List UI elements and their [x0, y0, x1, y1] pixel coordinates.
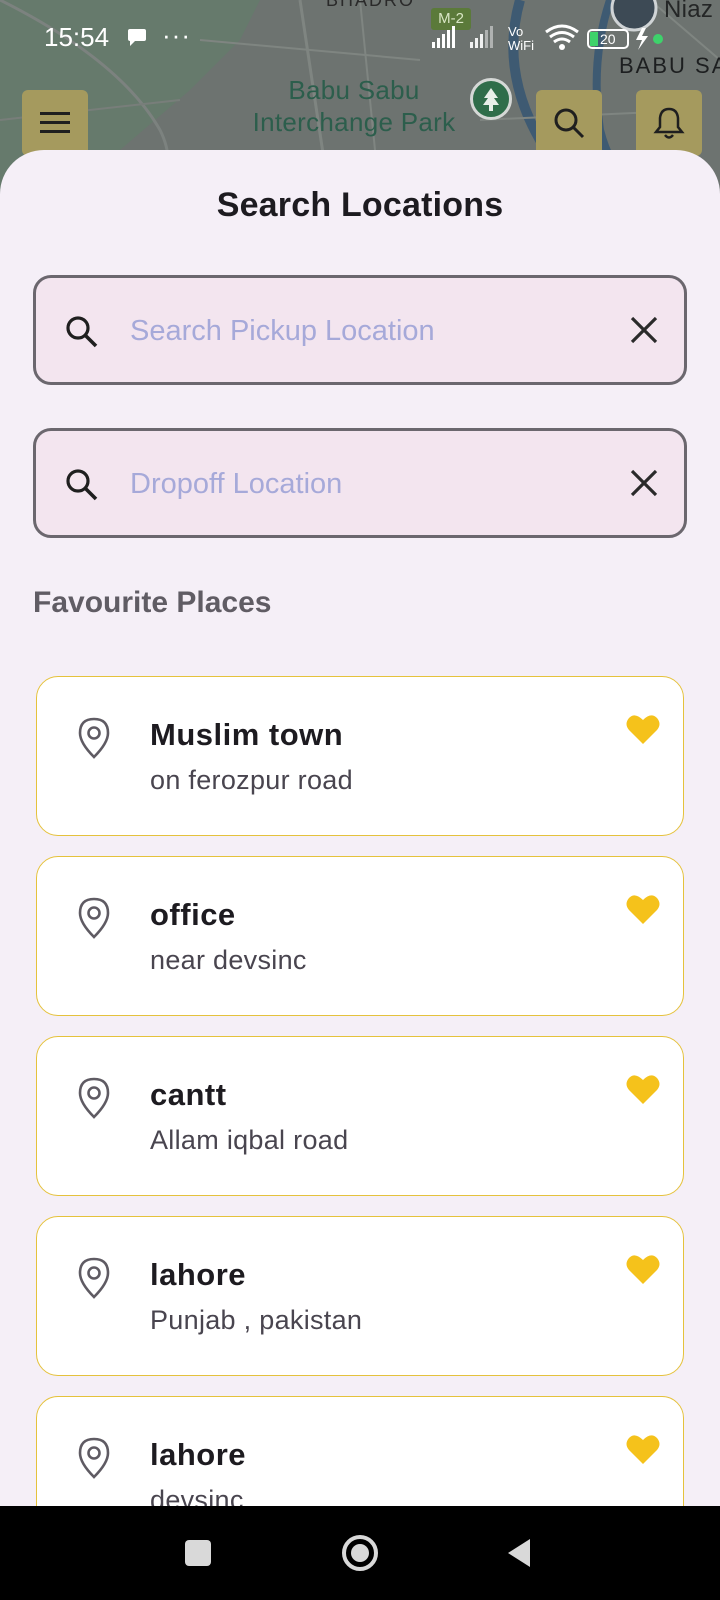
- place-address: devsinc: [150, 1485, 244, 1506]
- park-label-line-1: Babu Sabu: [288, 75, 420, 105]
- dropoff-field[interactable]: [33, 428, 687, 538]
- search-icon: [66, 316, 98, 348]
- location-pin-icon: [78, 897, 110, 939]
- place-address: Allam iqbal road: [150, 1125, 349, 1155]
- location-pin-icon: [78, 1257, 110, 1299]
- location-pin-icon: [78, 717, 110, 759]
- favourite-place-card[interactable]: lahore Punjab , pakistan: [36, 1216, 684, 1376]
- svg-text:WiFi: WiFi: [508, 38, 534, 53]
- favourite-places-title: Favourite Places: [33, 586, 272, 619]
- place-name: lahore: [150, 1257, 247, 1292]
- pickup-field[interactable]: [33, 275, 687, 385]
- favourite-places-list: Muslim town on ferozpur road office near…: [36, 676, 684, 1506]
- sheet-title: Search Locations: [216, 186, 504, 224]
- bell-icon: [653, 107, 685, 139]
- heart-icon[interactable]: [625, 1073, 661, 1107]
- pickup-input[interactable]: [128, 302, 592, 360]
- signal-2-icon: [470, 26, 493, 48]
- place-name: lahore: [150, 1437, 247, 1472]
- favourite-place-card[interactable]: office near devsinc: [36, 856, 684, 1016]
- heart-icon[interactable]: [625, 1433, 661, 1467]
- signal-icon: [432, 26, 455, 48]
- message-icon: [126, 28, 148, 53]
- place-address: on ferozpur road: [150, 765, 353, 795]
- heart-icon[interactable]: [625, 893, 661, 927]
- wifi-icon: [545, 24, 579, 44]
- map-search-button[interactable]: [536, 90, 602, 156]
- svg-text:Vo: Vo: [508, 24, 523, 39]
- place-name: office: [150, 897, 236, 932]
- back-icon[interactable]: [500, 1533, 540, 1573]
- park-label-line-2: Interchange Park: [252, 107, 456, 137]
- menu-button[interactable]: [22, 90, 88, 156]
- favourite-place-card[interactable]: Muslim town on ferozpur road: [36, 676, 684, 836]
- clear-dropoff-close-icon[interactable]: [624, 463, 664, 503]
- recent-apps-icon[interactable]: [178, 1533, 218, 1573]
- heart-icon[interactable]: [625, 1253, 661, 1287]
- search-locations-sheet: Search Locations Favourite Places: [0, 150, 720, 1506]
- park-marker-icon: [470, 78, 512, 120]
- dropoff-input[interactable]: [128, 455, 592, 513]
- search-icon: [66, 469, 98, 501]
- menu-icon: [40, 112, 70, 133]
- location-pin-icon: [78, 1077, 110, 1119]
- more-dots-icon: ···: [162, 20, 191, 50]
- location-pin-icon: [78, 1437, 110, 1479]
- map-label-park: Babu Sabu Interchange Park: [248, 74, 460, 138]
- status-time: 15:54: [44, 22, 110, 52]
- favourite-place-card[interactable]: lahore devsinc: [36, 1396, 684, 1506]
- favourite-place-card[interactable]: cantt Allam iqbal road: [36, 1036, 684, 1196]
- status-icons: Vo WiFi 20: [432, 20, 672, 61]
- heart-icon[interactable]: [625, 713, 661, 747]
- place-name: Muslim town: [150, 717, 344, 752]
- system-navigation-bar: [0, 1506, 720, 1600]
- notifications-button[interactable]: [636, 90, 702, 156]
- svg-text:20: 20: [600, 31, 616, 47]
- clear-pickup-close-icon[interactable]: [624, 310, 664, 350]
- home-icon[interactable]: [340, 1533, 380, 1573]
- search-icon: [554, 108, 585, 139]
- place-address: Punjab , pakistan: [150, 1305, 363, 1335]
- place-address: near devsinc: [150, 945, 307, 975]
- status-bar: 15:54 ··· Vo WiFi 20: [0, 0, 720, 76]
- place-name: cantt: [150, 1077, 227, 1112]
